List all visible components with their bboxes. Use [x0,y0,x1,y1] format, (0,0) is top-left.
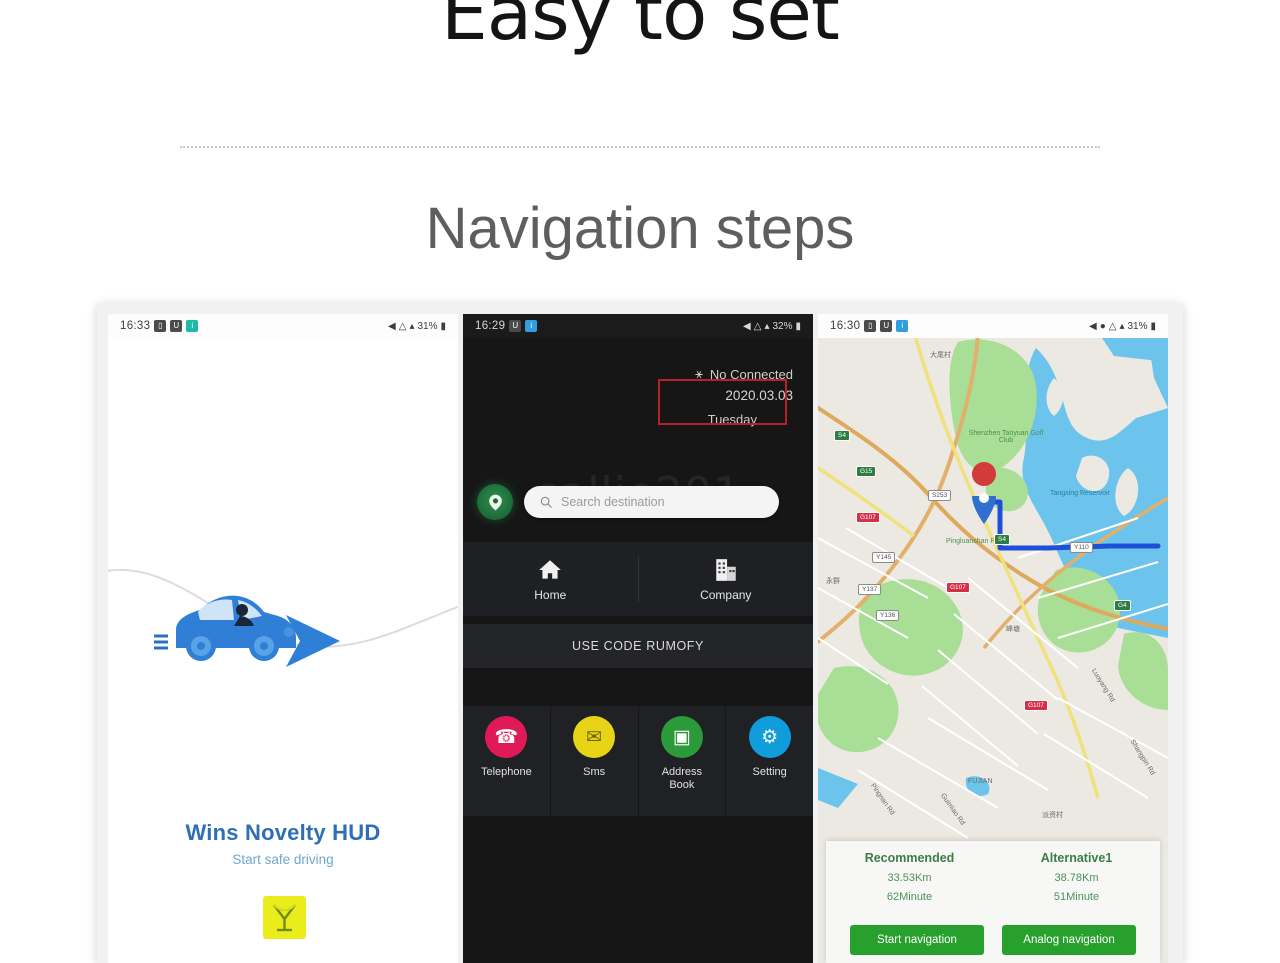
splash-body: Wins Novelty HUD Start safe driving [108,338,458,963]
battery-percent: 31% [417,320,438,332]
launcher-body: callie201 ⚹ No Connected 2020.03.03 Tues… [463,338,813,963]
promo-banner[interactable]: USE CODE RUMOFY [463,624,813,668]
route-name: Recommended [864,851,955,865]
phone-screenshots-strip: 16:33 ▯ U i ◀ △ ▴ 31% ▮ Wins Novelty HUD… [97,303,1183,963]
battery-percent: 31% [1127,320,1148,332]
gear-icon: ⚙ [748,716,791,758]
route-shield: G107 [856,512,880,523]
envelope-icon: ✉ [573,716,616,758]
y-logo-icon [263,896,306,939]
route-duration: 62Minute [886,891,933,903]
home-icon [539,559,562,579]
shield-icon: U [509,320,522,332]
location-icon: ● [1099,320,1106,332]
status-bar-phone3: 16:30 ▯ U i ◀ ● △ ▴ 31% ▮ [818,314,1168,338]
section-title: Navigation steps [425,196,855,261]
search-icon [540,496,552,508]
battery-icon: ▮ [1150,320,1156,332]
shortcut-company[interactable]: Company [639,542,814,616]
route-shield: Y136 [876,610,900,621]
analog-navigation-button[interactable]: Analog navigation [1002,925,1136,955]
sd-card-icon: ▯ [864,320,877,332]
info-icon: i [186,320,199,332]
app-telephone[interactable]: ☎ Telephone [463,706,550,816]
highlight-box [658,379,787,425]
battery-icon: ▮ [795,320,801,332]
route-distance: 38.78Km [1054,872,1099,884]
phone-splash-screen: 16:33 ▯ U i ◀ △ ▴ 31% ▮ Wins Novelty HUD… [108,314,458,963]
phone-map-screen: 16:30 ▯ U i ◀ ● △ ▴ 31% ▮ 大尾村 Shenzhen T… [818,314,1168,963]
app-sms[interactable]: ✉ Sms [550,706,638,816]
phone-launcher-screen: 16:29 U i ◀ △ ▴ 32% ▮ callie201 ⚹ No Con… [463,314,813,963]
route-name: Alternative1 [1040,851,1113,865]
battery-icon: ▮ [440,320,446,332]
phone-icon: ☎ [485,716,528,758]
mute-icon: ◀ [743,320,751,332]
wifi-icon: △ [753,320,762,332]
status-bar-phone1: 16:33 ▯ U i ◀ △ ▴ 31% ▮ [108,314,458,338]
app-address-book[interactable]: ▣ Address Book [638,706,726,816]
status-time: 16:33 [120,320,151,332]
page-title: Easy to set [441,0,840,57]
route-option-recommended[interactable]: Recommended 33.53Km 62Minute [826,847,993,919]
route-duration: 51Minute [1053,891,1100,903]
route-shield: G15 [856,466,877,477]
shield-icon: U [880,320,893,332]
route-shield: Y110 [1070,542,1093,553]
battery-percent: 32% [772,320,793,332]
info-icon: i [896,320,909,332]
search-row: Search destination [463,478,813,526]
app-telephone-label: Telephone [480,766,532,778]
mute-icon: ◀ [1088,320,1097,332]
route-shield: Y145 [872,552,896,563]
mute-icon: ◀ [388,320,396,332]
route-options-card: Recommended 33.53Km 62Minute Alternative… [826,841,1160,963]
route-distance: 33.53Km [887,872,932,884]
signal-icon: ▴ [764,320,770,332]
wifi-icon: △ [398,320,407,332]
contacts-icon: ▣ [660,716,703,758]
app-setting-label: Setting [752,766,787,778]
start-navigation-button[interactable]: Start navigation [850,925,984,955]
app-address-book-label: Address Book [661,766,703,791]
blue-car-icon [154,595,296,661]
app-sms-label: Sms [583,766,606,778]
brand-tagline: Start safe driving [232,852,334,867]
app-setting[interactable]: ⚙ Setting [726,706,813,816]
map-body[interactable]: 大尾村 Shenzhen Taoyuan Golf Club Tangxing … [818,338,1168,963]
route-shield: S253 [928,490,952,501]
wifi-icon: △ [1108,320,1117,332]
building-icon [716,558,736,581]
info-icon: i [525,320,538,332]
app-shortcut-row: ☎ Telephone ✉ Sms ▣ Address Book ⚙ Setti… [463,706,813,816]
route-shield: S4 [834,430,850,441]
search-placeholder: Search destination [561,495,665,509]
divider [180,146,1100,149]
sd-card-icon: ▯ [154,320,167,332]
route-shield: G107 [946,582,970,593]
location-pin-icon[interactable] [477,484,513,520]
shortcut-row: Home Company [463,542,813,616]
route-shield: Y137 [858,584,882,595]
route-shield: G107 [1024,700,1048,711]
shield-icon: U [170,320,183,332]
brand-name: Wins Novelty HUD [185,820,381,845]
signal-icon: ▴ [1119,320,1125,332]
search-input[interactable]: Search destination [524,486,779,518]
status-time: 16:29 [475,320,506,332]
route-shield: S4 [994,534,1010,545]
shortcut-company-label: Company [700,587,752,602]
status-time: 16:30 [830,320,861,332]
route-shield: G4 [1114,600,1131,611]
shortcut-home[interactable]: Home [463,542,638,616]
status-bar-phone2: 16:29 U i ◀ △ ▴ 32% ▮ [463,314,813,338]
shortcut-home-label: Home [534,587,567,602]
route-option-alternative[interactable]: Alternative1 38.78Km 51Minute [993,847,1160,919]
map-canvas[interactable] [818,338,1168,856]
signal-icon: ▴ [409,320,415,332]
